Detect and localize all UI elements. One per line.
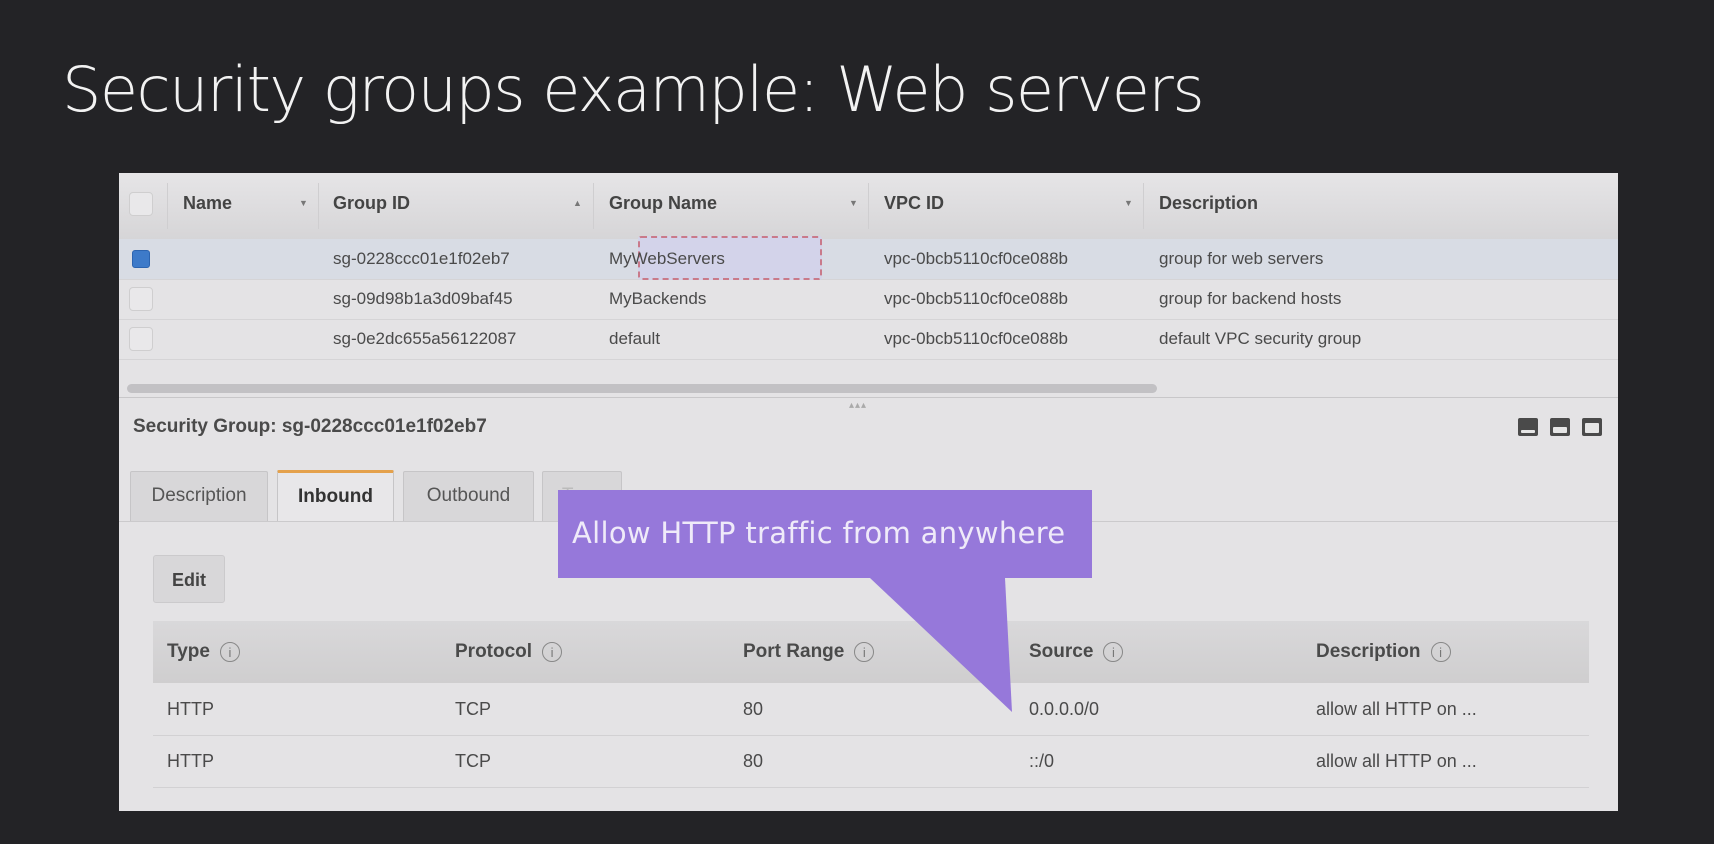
rule-row: HTTP TCP 80 ::/0 allow all HTTP on ...	[153, 735, 1589, 788]
grid-header: Name ▼ Group ID ▲ Group Name ▼ VPC ID ▼ …	[119, 173, 1618, 240]
column-header-vpc-id[interactable]: VPC ID	[884, 173, 944, 239]
horizontal-scrollbar[interactable]	[127, 384, 1157, 393]
cell-port-range: 80	[743, 699, 764, 719]
edit-button[interactable]: Edit	[153, 555, 225, 603]
info-icon[interactable]: i	[1103, 641, 1124, 662]
column-header-rule-description: Description	[1316, 641, 1421, 662]
cell-rule-description: allow all HTTP on ...	[1316, 751, 1477, 771]
info-icon[interactable]: i	[1430, 641, 1451, 662]
row-checkbox[interactable]	[132, 250, 150, 268]
cell-group-id: sg-09d98b1a3d09baf45	[333, 289, 513, 308]
cell-protocol: TCP	[455, 751, 491, 771]
rule-row: HTTP TCP 80 0.0.0.0/0 allow all HTTP on …	[153, 683, 1589, 736]
cell-description: default VPC security group	[1159, 329, 1362, 348]
column-header-name[interactable]: Name	[183, 173, 232, 239]
cell-group-name: MyWebServers	[609, 249, 725, 268]
filter-arrow-icon[interactable]: ▼	[299, 173, 308, 233]
row-checkbox[interactable]	[129, 287, 153, 311]
cell-vpc-id: vpc-0bcb5110cf0ce088b	[884, 289, 1068, 308]
cell-description: group for backend hosts	[1159, 289, 1342, 308]
slide-title: Security groups example: Web servers	[62, 53, 1205, 126]
column-header-source: Source	[1029, 641, 1094, 662]
column-header-group-id[interactable]: Group ID	[333, 173, 410, 239]
sort-ascending-icon[interactable]: ▲	[573, 173, 582, 233]
filter-arrow-icon[interactable]: ▼	[849, 173, 858, 233]
pane-divider	[119, 397, 1618, 398]
cell-source: ::/0	[1029, 751, 1055, 771]
cell-group-id: sg-0e2dc655a56122087	[333, 329, 517, 348]
cell-group-name: default	[609, 329, 661, 348]
select-all-checkbox[interactable]	[129, 192, 153, 216]
callout-text: Allow HTTP traffic from anywhere	[572, 516, 1066, 550]
cell-vpc-id: vpc-0bcb5110cf0ce088b	[884, 249, 1068, 268]
cell-description: group for web servers	[1159, 249, 1324, 268]
tab-inbound[interactable]: Inbound	[277, 470, 394, 521]
cell-type: HTTP	[167, 699, 214, 719]
cell-type: HTTP	[167, 751, 214, 771]
resize-handle-icon[interactable]: ▴▴▴	[849, 400, 867, 411]
cell-rule-description: allow all HTTP on ...	[1316, 699, 1477, 719]
pane-bottom-small-icon[interactable]	[1518, 418, 1538, 436]
pane-size-controls	[1506, 418, 1602, 441]
column-header-type: Type	[167, 641, 210, 662]
info-icon[interactable]: i	[542, 641, 563, 662]
table-row[interactable]: sg-0228ccc01e1f02eb7 MyWebServers vpc-0b…	[119, 236, 1618, 280]
info-icon[interactable]: i	[854, 641, 875, 662]
pane-bottom-large-icon[interactable]	[1582, 418, 1602, 436]
detail-pane-title: Security Group: sg-0228ccc01e1f02eb7	[133, 416, 487, 437]
info-icon[interactable]: i	[219, 641, 240, 662]
cell-group-id: sg-0228ccc01e1f02eb7	[333, 249, 510, 268]
filter-arrow-icon[interactable]: ▼	[1124, 173, 1133, 233]
column-header-protocol: Protocol	[455, 641, 533, 662]
column-header-group-name[interactable]: Group Name	[609, 173, 717, 239]
pane-bottom-medium-icon[interactable]	[1550, 418, 1570, 436]
cell-protocol: TCP	[455, 699, 491, 719]
column-header-description[interactable]: Description	[1159, 173, 1258, 239]
column-header-port-range: Port Range	[743, 641, 845, 662]
table-row[interactable]: sg-0e2dc655a56122087 default vpc-0bcb511…	[119, 319, 1618, 360]
rules-table-header: Type i Protocol i Port Range i Source i Desc…	[153, 621, 1589, 683]
callout-annotation: Allow HTTP traffic from anywhere	[558, 490, 1092, 578]
row-checkbox[interactable]	[129, 327, 153, 351]
tab-description[interactable]: Description	[130, 471, 268, 521]
cell-vpc-id: vpc-0bcb5110cf0ce088b	[884, 329, 1068, 348]
tab-outbound[interactable]: Outbound	[403, 471, 534, 521]
table-row[interactable]: sg-09d98b1a3d09baf45 MyBackends vpc-0bcb…	[119, 279, 1618, 320]
cell-source: 0.0.0.0/0	[1029, 699, 1100, 719]
cell-group-name: MyBackends	[609, 289, 707, 308]
cell-port-range: 80	[743, 751, 764, 771]
